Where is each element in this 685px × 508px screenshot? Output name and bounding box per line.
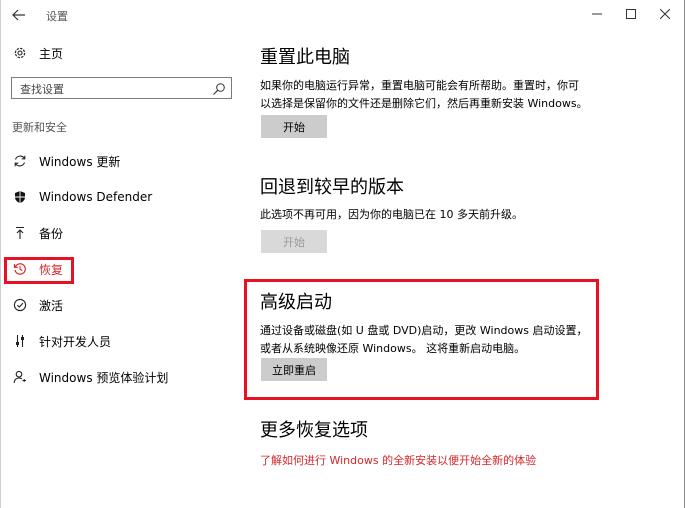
maximize-button[interactable] [614,3,648,25]
sidebar-item-label: 激活 [39,298,64,313]
reset-pc-description-line1: 如果你的电脑运行异常，重置电脑可能会有所帮助。重置时，你可 [260,79,579,92]
reset-pc-heading: 重置此电脑 [260,47,350,68]
maximize-icon [626,9,636,19]
sidebar-item-label: Windows Defender [39,190,153,204]
advanced-startup-heading: 高级启动 [260,292,332,313]
shield-icon [12,189,28,205]
reset-start-button[interactable]: 开始 [261,115,327,138]
close-button[interactable] [648,3,682,25]
close-icon [660,9,670,19]
back-arrow-icon [12,6,26,25]
advanced-startup-description-line1: 通过设备或磁盘(如 U 盘或 DVD)启动，更改 Windows 启动设置， [260,324,588,337]
sidebar-item-label: 备份 [39,226,64,241]
sidebar-item-home[interactable]: 主页 [12,42,63,64]
advanced-startup-description-line2: 或者从系统映像还原 Windows。 这将重新启动电脑。 [260,342,526,355]
rollback-start-button[interactable]: 开始 [261,230,327,253]
reset-pc-description-line2: 以选择是保留你的文件还是删除它们，然后再重新安装 Windows。 [260,97,588,110]
section-label: 更新和安全 [12,121,67,134]
rollback-description: 此选项不再可用，因为你的电脑已在 10 多天前升级。 [260,208,523,221]
fresh-install-link[interactable]: 了解如何进行 Windows 的全新安装以便开始全新的体验 [260,452,536,468]
check-circle-icon [12,297,28,313]
gear-icon [12,45,28,61]
sidebar-item-windows-defender[interactable]: Windows Defender [12,186,152,208]
backup-arrow-icon [12,225,28,241]
window-title: 设置 [46,10,68,23]
sidebar-item-label: Windows 更新 [39,154,121,169]
search-input[interactable] [18,79,212,100]
back-button[interactable] [6,4,32,26]
more-recovery-heading: 更多恢复选项 [260,420,368,441]
sync-icon [12,153,28,169]
person-icon [12,369,28,385]
search-box[interactable] [11,77,232,100]
sidebar-item-windows-update[interactable]: Windows 更新 [12,150,120,172]
reset-pc-description: 如果你的电脑运行异常，重置电脑可能会有所帮助。重置时，你可 以选择是保留你的文件… [260,77,600,113]
sidebar-item-insider-program[interactable]: Windows 预览体验计划 [12,366,168,388]
rollback-heading: 回退到较早的版本 [260,177,404,198]
sidebar-home-label: 主页 [39,46,64,61]
title-bar: 设置 [0,0,685,30]
restart-now-button[interactable]: 立即重启 [261,358,327,381]
sidebar-item-backup[interactable]: 备份 [12,222,63,244]
search-icon[interactable] [212,81,226,95]
advanced-startup-description: 通过设备或磁盘(如 U 盘或 DVD)启动，更改 Windows 启动设置， 或… [260,322,596,358]
recovery-highlight-box [4,257,74,284]
developer-sliders-icon [12,333,28,349]
minimize-icon [592,13,602,15]
sidebar-item-label: Windows 预览体验计划 [39,370,169,385]
sidebar-item-for-developers[interactable]: 针对开发人员 [12,330,111,352]
sidebar-item-label: 针对开发人员 [39,334,112,349]
window-border-left [0,0,1,508]
minimize-button[interactable] [580,3,614,25]
sidebar-item-activation[interactable]: 激活 [12,294,63,316]
